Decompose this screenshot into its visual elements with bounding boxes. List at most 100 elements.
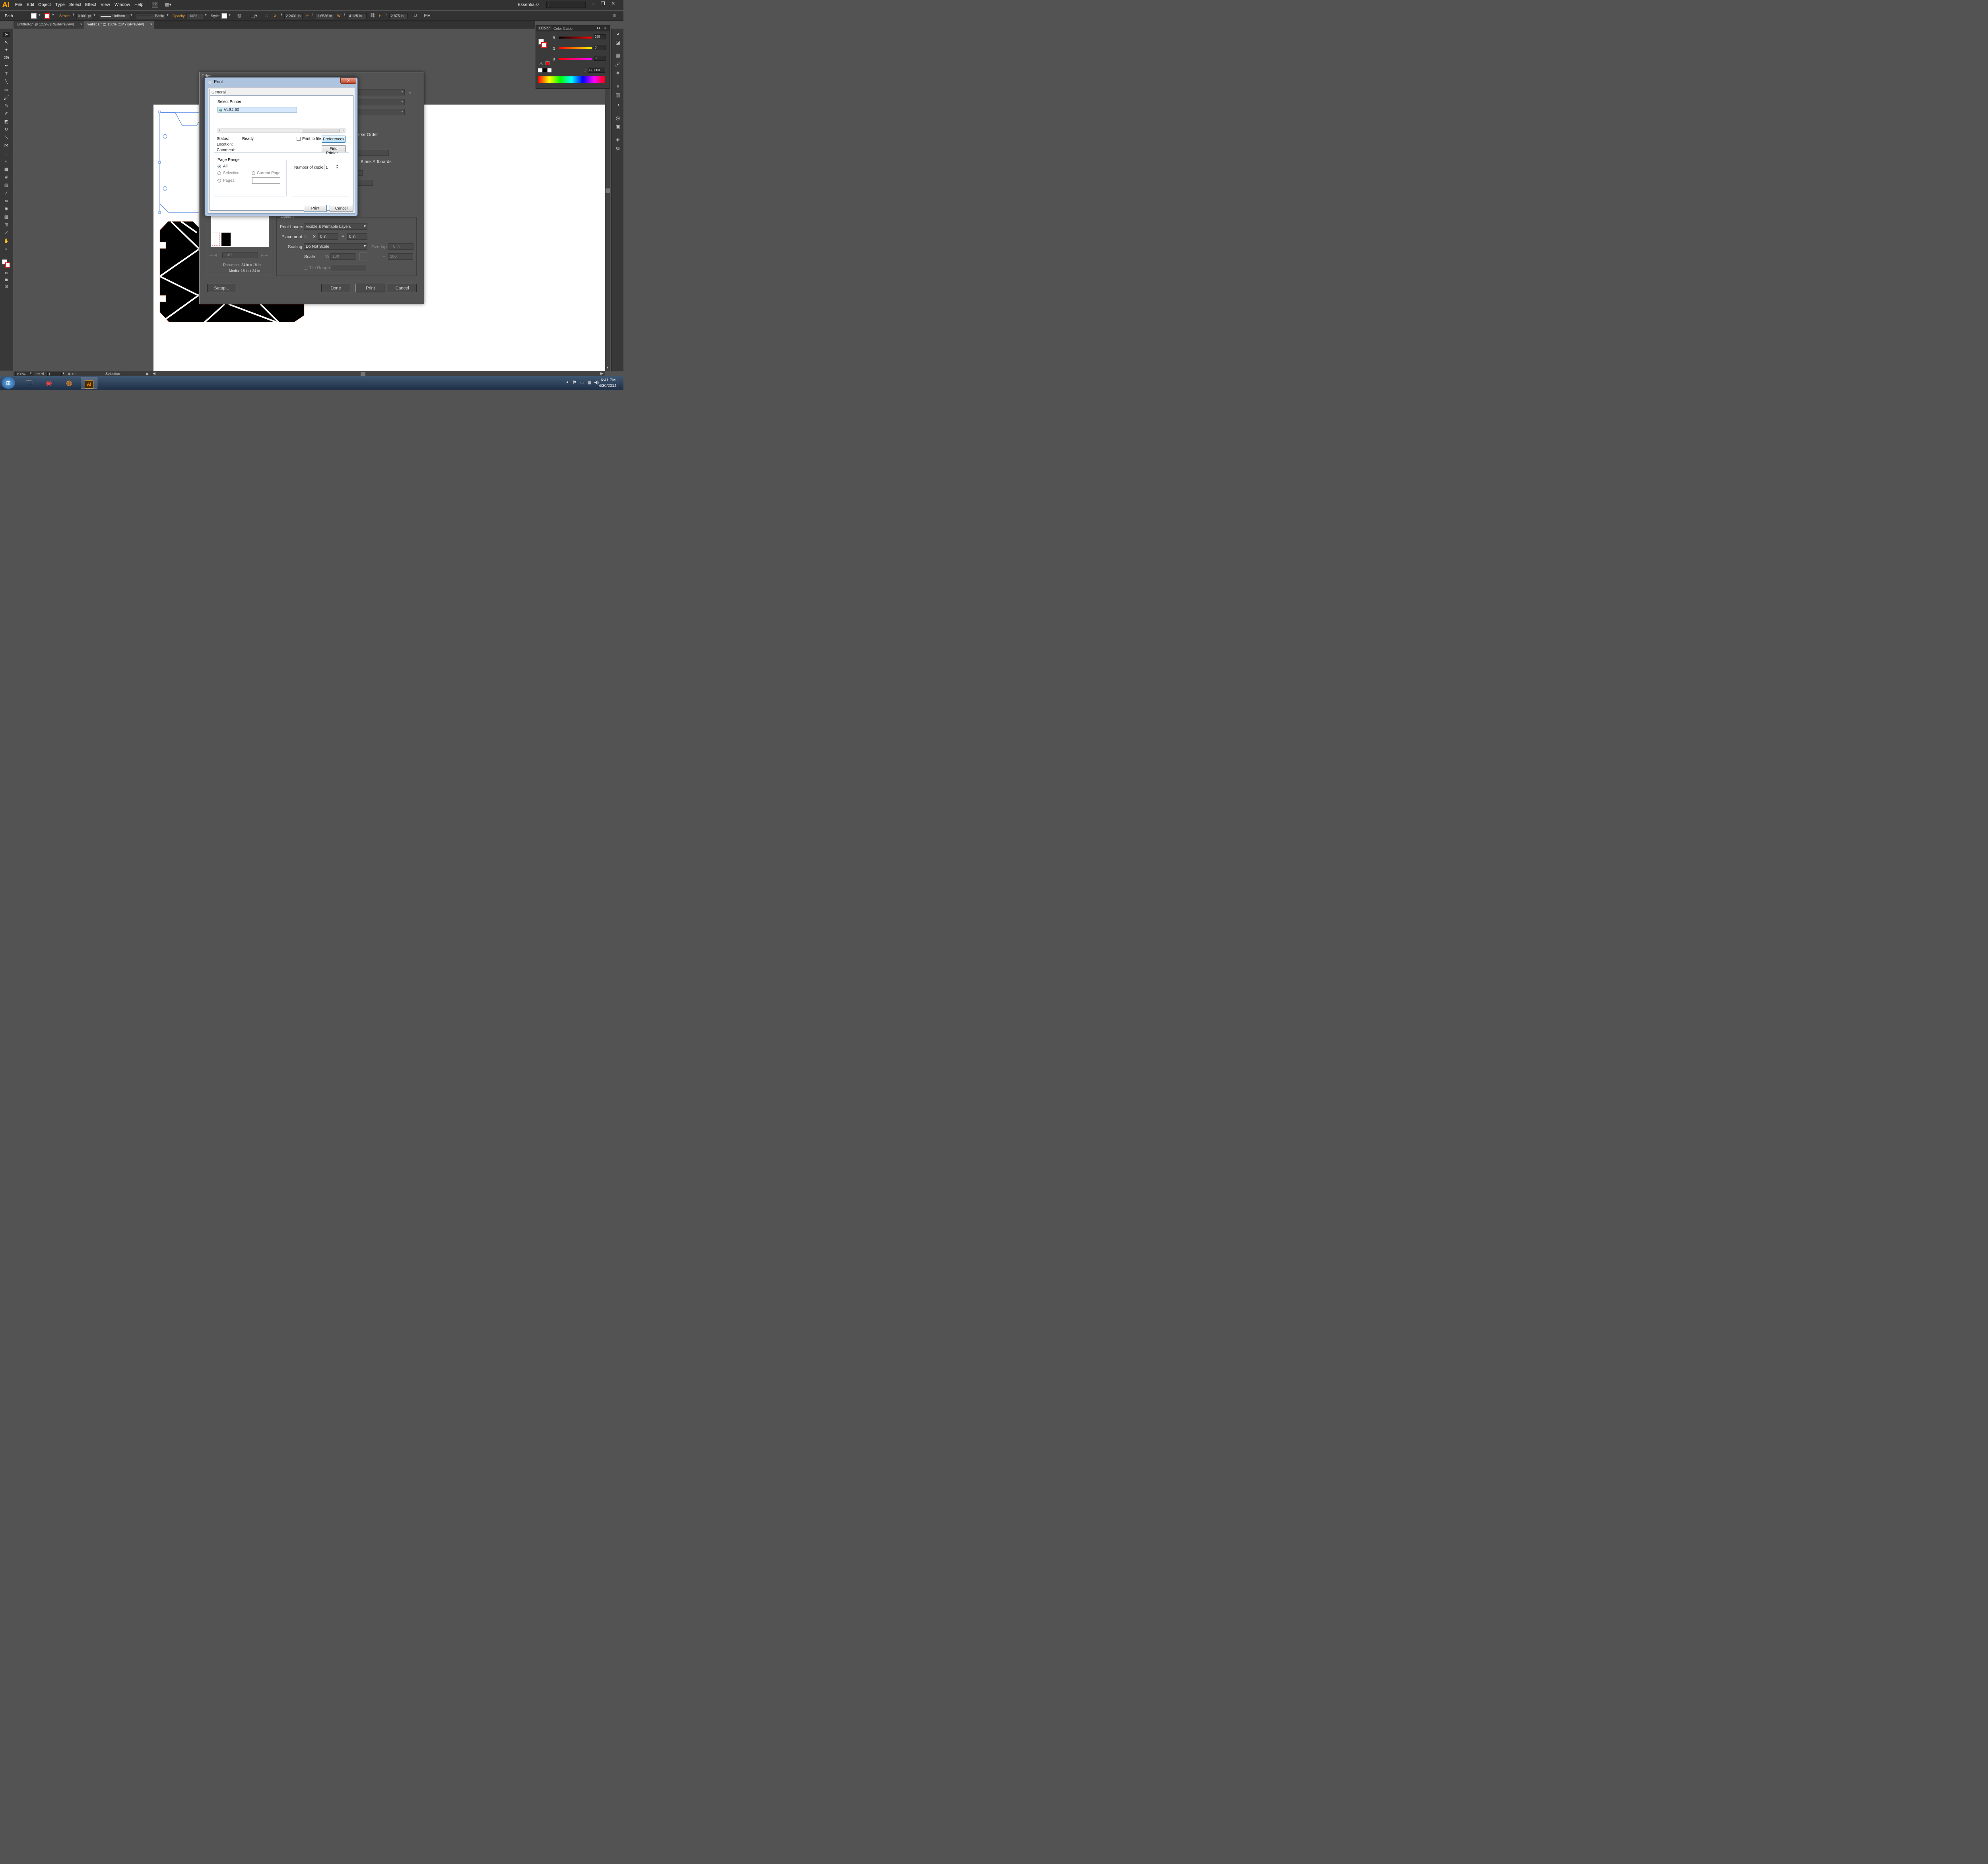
color-panel-icon[interactable]: ◕	[615, 31, 621, 37]
selection-radio[interactable]	[217, 171, 221, 175]
stroke-weight-input[interactable]: 0.001 pt	[76, 13, 92, 19]
pencil-tool-icon[interactable]: ✎	[3, 103, 10, 109]
scroll-right-icon[interactable]: ▶	[600, 371, 603, 376]
first-page-icon[interactable]: ⏮ ◀	[210, 253, 217, 258]
page-nav-input[interactable]: 1 of 1	[222, 252, 258, 258]
chevron-down-icon[interactable]: ▼	[166, 14, 169, 17]
preview-page[interactable]	[211, 216, 269, 247]
none-swatch[interactable]	[538, 68, 542, 72]
style-swatch[interactable]	[221, 13, 227, 19]
g-slider[interactable]	[559, 47, 592, 49]
free-transform-tool-icon[interactable]: ⬚	[3, 151, 10, 156]
reference-point-icon[interactable]: ⁙	[264, 12, 268, 19]
close-icon[interactable]: ✕	[611, 1, 615, 6]
close-icon[interactable]: ×	[150, 22, 152, 26]
hex-input[interactable]: FF0000	[588, 68, 605, 73]
tab-general[interactable]: General	[210, 89, 226, 95]
tile-range-input[interactable]	[332, 265, 366, 271]
stepper-icon[interactable]: ⬍	[72, 13, 75, 16]
tab-untitled[interactable]: Untitled-1* @ 12.5% (RGB/Preview) ×	[14, 21, 84, 29]
chevron-down-icon[interactable]: ▼	[62, 372, 65, 375]
slice-tool-icon[interactable]: ⟋	[3, 230, 10, 236]
chevron-down-icon[interactable]: ▾	[538, 2, 539, 6]
done-button[interactable]: Done	[321, 284, 350, 292]
b-slider[interactable]	[559, 58, 592, 60]
zoom-tool-icon[interactable]: ⌕	[3, 246, 10, 252]
h-label[interactable]: H:	[379, 14, 382, 18]
menu-type[interactable]: Type	[55, 2, 65, 7]
gradient-panel-icon[interactable]: ▥	[615, 92, 621, 98]
menu-edit[interactable]: Edit	[27, 2, 34, 7]
close-button[interactable]: ✕	[340, 78, 356, 84]
y-label[interactable]: Y:	[306, 14, 309, 18]
tab-color-guide[interactable]: Color Guide	[553, 27, 573, 31]
first-artboard-icon[interactable]: ⏮ ◀	[37, 372, 44, 376]
tab-color[interactable]: ⁞ Color	[538, 26, 551, 30]
skip-blank-artboards-label[interactable]: Blank Artboards	[361, 159, 392, 164]
print-to-file-label[interactable]: Print to file	[302, 137, 321, 141]
restore-icon[interactable]: ❐	[601, 1, 605, 6]
r-slider[interactable]	[559, 37, 592, 39]
scroll-thumb[interactable]	[302, 129, 340, 132]
variable-width-profile[interactable]: Uniform	[99, 13, 130, 19]
opacity-label[interactable]: Opacity:	[173, 14, 186, 18]
layers-icon[interactable]: ◈	[615, 137, 621, 142]
opacity-input[interactable]: 100%	[186, 13, 203, 19]
file-explorer-icon[interactable]: 🗀	[21, 377, 37, 389]
blob-brush-tool-icon[interactable]: ✐	[3, 111, 10, 116]
scroll-thumb[interactable]	[606, 188, 610, 193]
stepper-icon[interactable]: ⬍	[385, 13, 387, 16]
stroke-label[interactable]: Stroke:	[59, 14, 71, 18]
brushes-icon[interactable]: 🖌	[615, 61, 621, 67]
scroll-right-icon[interactable]: ▸	[343, 128, 344, 132]
magic-wand-tool-icon[interactable]: ✦	[3, 47, 10, 53]
cancel-button[interactable]: Cancel	[330, 205, 353, 212]
column-graph-tool-icon[interactable]: ▥	[3, 214, 10, 220]
status-menu-icon[interactable]: ▶	[146, 372, 149, 376]
panel-menu-icon[interactable]: ≡	[604, 26, 606, 30]
menu-window[interactable]: Window	[115, 2, 130, 7]
line-tool-icon[interactable]: ╲	[3, 79, 10, 85]
direct-selection-tool-icon[interactable]: ↖	[3, 40, 10, 45]
chevron-down-icon[interactable]: ▼	[130, 14, 133, 17]
symbol-sprayer-tool-icon[interactable]: ✺	[3, 206, 10, 212]
brush-definition[interactable]: Basic	[136, 13, 165, 19]
g-input[interactable]: 0	[594, 45, 606, 50]
current-page-radio[interactable]	[252, 171, 255, 175]
show-hidden-icons[interactable]: ▲	[565, 380, 569, 384]
pages-radio[interactable]	[217, 179, 221, 183]
paintbrush-tool-icon[interactable]: 🖌	[3, 95, 10, 101]
pages-label[interactable]: Pages:	[223, 179, 235, 183]
scroll-left-icon[interactable]: ◀	[153, 371, 155, 376]
gamut-swatch[interactable]	[546, 61, 549, 65]
artboards-icon[interactable]: ⧉	[615, 146, 621, 151]
chevron-down-icon[interactable]: ▼	[29, 372, 32, 375]
scroll-left-icon[interactable]: ◂	[219, 128, 220, 132]
w-input[interactable]: 4.125 in	[348, 13, 367, 19]
perspective-grid-tool-icon[interactable]: ▦	[3, 167, 10, 172]
find-printer-button[interactable]: Find Printer...	[322, 145, 346, 155]
ppd-select[interactable]: ▾	[357, 109, 405, 115]
transparency-icon[interactable]: ◑	[615, 102, 621, 107]
menu-select[interactable]: Select	[69, 2, 82, 7]
align-to-icon[interactable]: ⬚▾	[250, 13, 257, 18]
x-input[interactable]: 2.2431 in	[284, 13, 303, 19]
isolate-icon[interactable]: ⊟▾	[424, 13, 430, 18]
shape-builder-tool-icon[interactable]: ◐	[3, 159, 10, 164]
range-input[interactable]	[357, 150, 389, 156]
menu-view[interactable]: View	[101, 2, 110, 7]
media-select[interactable]	[357, 170, 363, 176]
printer-select[interactable]: ▾	[357, 99, 405, 105]
last-page-icon[interactable]: ▶ ⏭	[261, 253, 268, 258]
preset-select[interactable]: ▾	[357, 89, 405, 95]
menu-file[interactable]: File	[15, 2, 22, 7]
artboard-tool-icon[interactable]: ⊞	[3, 222, 10, 228]
gradient-tool-icon[interactable]: ▤	[3, 183, 10, 188]
placement-y-input[interactable]: 0 in	[347, 233, 367, 240]
stepper-icon[interactable]: ⬍	[312, 13, 314, 16]
color-spectrum[interactable]	[538, 76, 605, 83]
chevron-down-icon[interactable]: ▼	[38, 14, 41, 17]
workspace-switcher[interactable]: Essentials	[518, 2, 538, 7]
blend-tool-icon[interactable]: ∞	[3, 198, 10, 204]
all-label[interactable]: All	[223, 164, 227, 169]
